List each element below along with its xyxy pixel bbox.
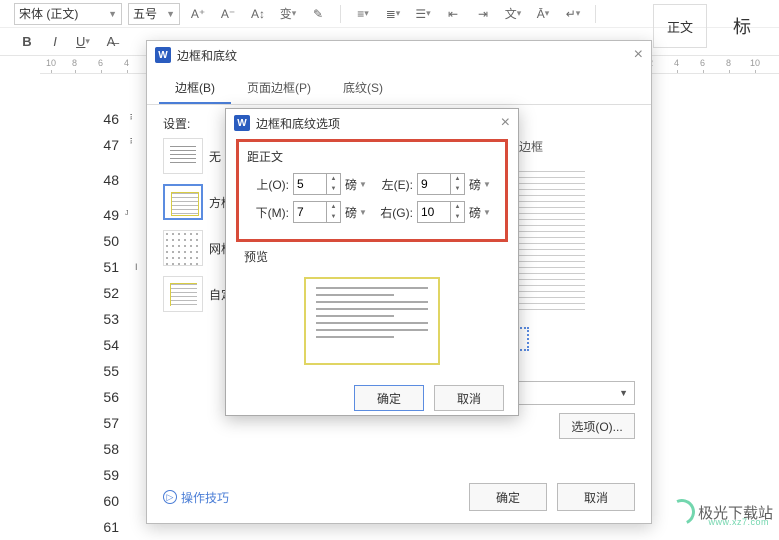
group-label: 距正文	[247, 148, 497, 165]
right-spinner[interactable]: ▲▼	[417, 201, 465, 223]
chevron-down-icon: ▼	[483, 180, 491, 189]
dialog-tabs: 边框(B) 页面边框(P) 底纹(S)	[147, 73, 651, 105]
close-icon[interactable]: ×	[501, 114, 510, 132]
italic-button[interactable]: I	[42, 31, 68, 53]
line-numbers: 46 47 48 49 50 51 52 53 54 55 56 57 58 5…	[95, 106, 119, 540]
brand-url: www.xz7.com	[708, 517, 769, 527]
bullet-char: ፧	[130, 112, 132, 123]
app-icon: W	[234, 115, 250, 131]
unit-select[interactable]: 磅▼	[345, 204, 367, 221]
left-input[interactable]	[418, 174, 450, 194]
dialog-title: 边框和底纹	[177, 47, 237, 64]
chevron-down-icon: ▼	[359, 180, 367, 189]
dialog-title: 边框和底纹选项	[256, 115, 340, 132]
font-name-select[interactable]: 宋体 (正文) ▼	[14, 3, 122, 25]
ok-button[interactable]: 确定	[469, 483, 547, 511]
tips-link[interactable]: ▷ 操作技巧	[163, 489, 229, 506]
top-input[interactable]	[294, 174, 326, 194]
bottom-right-row: 下(M): ▲▼ 磅▼ 右(G): ▲▼ 磅▼	[247, 201, 497, 223]
spin-down-icon[interactable]: ▼	[451, 184, 464, 194]
preview-label: 预览	[244, 248, 518, 265]
right-label: 右(G):	[371, 204, 413, 221]
top-left-row: 上(O): ▲▼ 磅▼ 左(E): ▲▼ 磅▼	[247, 173, 497, 195]
cancel-button[interactable]: 取消	[434, 385, 504, 411]
bottom-label: 下(M):	[247, 204, 289, 221]
left-spinner[interactable]: ▲▼	[417, 173, 465, 195]
font-name-value: 宋体 (正文)	[19, 5, 78, 22]
decrease-indent-button[interactable]: ⇤	[441, 3, 465, 25]
bullet-list-button[interactable]: ≡▾	[351, 3, 375, 25]
chevron-down-icon: ▼	[619, 388, 628, 398]
spin-up-icon[interactable]: ▲	[327, 202, 340, 212]
dialog-buttons: 确定 取消	[226, 377, 518, 419]
grid-icon	[163, 230, 203, 266]
numbered-list-button[interactable]: ≣▾	[381, 3, 405, 25]
chevron-down-icon: ▼	[166, 9, 175, 19]
chevron-down-icon: ▼	[108, 9, 117, 19]
underline-button[interactable]: U▾	[70, 31, 96, 53]
dialog-titlebar: W 边框和底纹选项 ×	[226, 109, 518, 137]
show-marks-button[interactable]: ↵▾	[561, 3, 585, 25]
unit-select[interactable]: 磅▼	[469, 204, 491, 221]
unit-select[interactable]: 磅▼	[345, 176, 367, 193]
style-gallery: 正文 标	[653, 4, 769, 48]
border-shading-options-dialog: W 边框和底纹选项 × 距正文 上(O): ▲▼ 磅▼ 左(E): ▲▼ 磅▼ …	[225, 108, 519, 416]
preview-box	[304, 277, 440, 365]
increase-font-button[interactable]: A⁺	[186, 3, 210, 25]
tab-page-border[interactable]: 页面边框(P)	[231, 73, 327, 104]
custom-icon	[163, 276, 203, 312]
spin-up-icon[interactable]: ▲	[451, 174, 464, 184]
options-button[interactable]: 选项(O)...	[559, 413, 635, 439]
bullet-char: ፧	[130, 136, 132, 147]
style-body-text[interactable]: 正文	[653, 4, 707, 48]
box-icon	[163, 184, 203, 220]
chevron-down-icon: ▼	[483, 208, 491, 217]
bottom-spinner[interactable]: ▲▼	[293, 201, 341, 223]
app-icon: W	[155, 47, 171, 63]
change-case-button[interactable]: A↕	[246, 3, 270, 25]
multilevel-list-button[interactable]: ☰▾	[411, 3, 435, 25]
spin-up-icon[interactable]: ▲	[451, 202, 464, 212]
increase-indent-button[interactable]: ⇥	[471, 3, 495, 25]
clear-format-button[interactable]: ✎	[306, 3, 330, 25]
decrease-font-button[interactable]: A⁻	[216, 3, 240, 25]
ok-button[interactable]: 确定	[354, 385, 424, 411]
chevron-down-icon: ▼	[359, 208, 367, 217]
none-icon	[163, 138, 203, 174]
bottom-input[interactable]	[294, 202, 326, 222]
phonetic-guide-button[interactable]: 变▾	[276, 3, 300, 25]
font-size-value: 五号	[133, 5, 157, 22]
close-icon[interactable]: ×	[634, 46, 643, 64]
font-size-select[interactable]: 五号 ▼	[128, 3, 180, 25]
tab-border[interactable]: 边框(B)	[159, 73, 231, 104]
unit-select[interactable]: 磅▼	[469, 176, 491, 193]
logo-arc-icon	[665, 495, 698, 528]
spin-up-icon[interactable]: ▲	[327, 174, 340, 184]
bold-button[interactable]: B	[14, 31, 40, 53]
text-direction-button[interactable]: 文▾	[501, 3, 525, 25]
top-label: 上(O):	[247, 176, 289, 193]
play-icon: ▷	[163, 490, 177, 504]
spin-down-icon[interactable]: ▼	[327, 184, 340, 194]
strikethrough-button[interactable]: A̶	[98, 31, 124, 53]
doc-char: J	[125, 210, 129, 217]
style-heading-1[interactable]: 标	[715, 4, 769, 48]
top-spinner[interactable]: ▲▼	[293, 173, 341, 195]
spin-down-icon[interactable]: ▼	[451, 212, 464, 222]
left-label: 左(E):	[371, 176, 413, 193]
dialog-footer: ▷ 操作技巧 确定 取消	[163, 483, 635, 511]
watermark: 极光下载站 www.xz7.com	[669, 499, 773, 525]
tab-shading[interactable]: 底纹(S)	[327, 73, 399, 104]
from-text-group-highlight: 距正文 上(O): ▲▼ 磅▼ 左(E): ▲▼ 磅▼ 下(M): ▲▼ 磅▼ …	[236, 139, 508, 242]
cancel-button[interactable]: 取消	[557, 483, 635, 511]
separator	[340, 5, 341, 23]
sort-button[interactable]: Ā▾	[531, 3, 555, 25]
dialog-titlebar: W 边框和底纹 ×	[147, 41, 651, 69]
separator	[595, 5, 596, 23]
apply-to-select[interactable]: ▼	[505, 381, 635, 405]
right-input[interactable]	[418, 202, 450, 222]
dialog-buttons: 确定 取消	[469, 483, 635, 511]
doc-char: I	[135, 262, 138, 272]
spin-down-icon[interactable]: ▼	[327, 212, 340, 222]
